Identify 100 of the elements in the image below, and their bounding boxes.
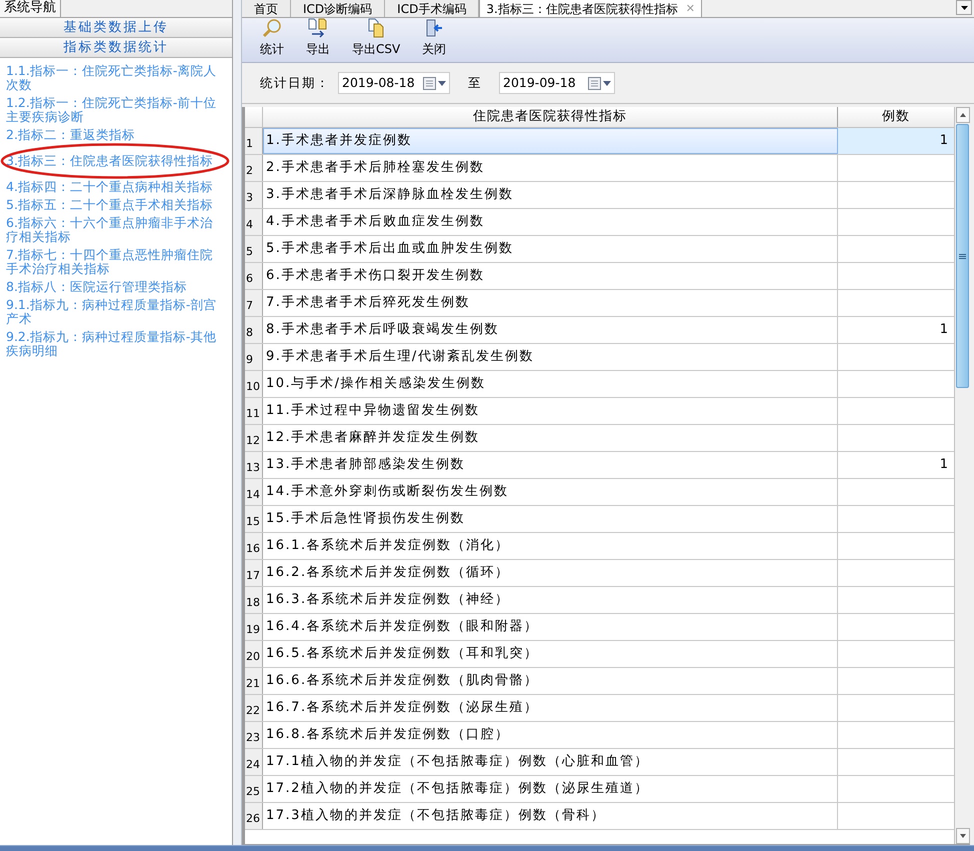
table-row[interactable]: 7 7.手术患者手术后猝死发生例数 (245, 290, 954, 317)
file-icon (366, 18, 386, 38)
table-cell: 3.手术患者手术后深静脉血栓发生例数 (263, 182, 838, 208)
caret-icon (960, 6, 968, 10)
table-row[interactable]: 9 9.手术患者手术后生理/代谢紊乱发生例数 (245, 344, 954, 371)
row-number: 1 (245, 128, 263, 154)
table-cell: 8.手术患者手术后呼吸衰竭发生例数 (263, 317, 838, 343)
table-row[interactable]: 18 16.3.各系统术后并发症例数（神经） (245, 587, 954, 614)
table-cell: 7.手术患者手术后猝死发生例数 (263, 290, 838, 316)
row-number: 20 (245, 641, 263, 667)
scroll-down-icon[interactable] (960, 834, 966, 838)
toolbar-button[interactable]: 统计 (256, 18, 288, 58)
table-cell: 16.6.各系统术后并发症例数（肌肉骨骼） (263, 668, 838, 694)
tab[interactable]: ICD诊断编码 (291, 0, 386, 17)
table-row[interactable]: 20 16.5.各系统术后并发症例数（耳和乳突） (245, 641, 954, 668)
table-row[interactable]: 6 6.手术患者手术伤口裂开发生例数 (245, 263, 954, 290)
row-number: 14 (245, 479, 263, 505)
column-header[interactable]: 例数 (838, 107, 954, 127)
row-number: 23 (245, 722, 263, 748)
table-cell: 17.2植入物的并发症（不包括脓毒症）例数（泌尿生殖道） (263, 776, 838, 802)
toolbar-button[interactable]: 关闭 (418, 18, 450, 58)
table-row[interactable]: 11 11.手术过程中异物遗留发生例数 (245, 398, 954, 425)
table-row[interactable]: 14 14.手术意外穿刺伤或断裂伤发生例数 (245, 479, 954, 506)
table-row[interactable]: 10 10.与手术/操作相关感染发生例数 (245, 371, 954, 398)
table-row[interactable]: 17 16.2.各系统术后并发症例数（循环） (245, 560, 954, 587)
calendar-icon[interactable] (423, 76, 436, 90)
table-cell-text: 1 (938, 132, 949, 150)
table-cell: 11.手术过程中异物遗留发生例数 (263, 398, 838, 424)
tab[interactable]: 首页 (242, 0, 291, 17)
table-row[interactable]: 3 3.手术患者手术后深静脉血栓发生例数 (245, 182, 954, 209)
table-cell: 5.手术患者手术后出血或血肿发生例数 (263, 236, 838, 262)
table-cell: 16.4.各系统术后并发症例数（眼和附器） (263, 614, 838, 640)
row-number: 6 (245, 263, 263, 289)
table-cell: 16.7.各系统术后并发症例数（泌尿生殖） (263, 695, 838, 721)
caret-icon[interactable] (438, 80, 446, 86)
scroll-up-icon[interactable] (960, 113, 966, 117)
row-number: 8 (245, 317, 263, 343)
range-separator: 至 (468, 74, 481, 92)
table-cell: 16.8.各系统术后并发症例数（口腔） (263, 722, 838, 748)
panel-tab[interactable]: 系统导航 (0, 0, 61, 17)
table-cell-text: 1 (938, 456, 949, 474)
toolbar-button[interactable]: 导出 (302, 18, 334, 58)
table-cell: 16.3.各系统术后并发症例数（神经） (263, 587, 838, 613)
row-number: 19 (245, 614, 263, 640)
table-cell: 6.手术患者手术伤口裂开发生例数 (263, 263, 838, 289)
row-number: 4 (245, 209, 263, 235)
row-number: 12 (245, 425, 263, 451)
table-row[interactable]: 21 16.6.各系统术后并发症例数（肌肉骨骼） (245, 668, 954, 695)
table-cell: 1.手术患者并发症例数 (263, 128, 838, 154)
row-number: 10 (245, 371, 263, 397)
table-row[interactable]: 25 17.2植入物的并发症（不包括脓毒症）例数（泌尿生殖道） (245, 776, 954, 803)
tab[interactable]: 3.指标三：住院患者医院获得性指标 ✕ (479, 0, 702, 17)
calendar-icon[interactable] (588, 76, 601, 90)
table-row[interactable]: 22 16.7.各系统术后并发症例数（泌尿生殖） (245, 695, 954, 722)
section-button[interactable]: 指标类数据统计 (0, 38, 232, 58)
table-row[interactable]: 1 1.手术患者并发症例数 1 (245, 128, 954, 155)
table-cell: 16.2.各系统术后并发症例数（循环） (263, 560, 838, 586)
table-row[interactable]: 16 16.1.各系统术后并发症例数（消化） (245, 533, 954, 560)
table-row[interactable]: 8 8.手术患者手术后呼吸衰竭发生例数 1 (245, 317, 954, 344)
table-row[interactable]: 15 15.手术后急性肾损伤发生例数 (245, 506, 954, 533)
row-number: 17 (245, 560, 263, 586)
table-cell: 14.手术意外穿刺伤或断裂伤发生例数 (263, 479, 838, 505)
table-cell: 10.与手术/操作相关感染发生例数 (263, 371, 838, 397)
toolbar-button[interactable]: 导出CSV (348, 18, 404, 58)
table-row[interactable]: 19 16.4.各系统术后并发症例数（眼和附器） (245, 614, 954, 641)
table-cell: 12.手术患者麻醉并发症发生例数 (263, 425, 838, 451)
end-date-field[interactable]: 2019-09-18 (499, 72, 615, 94)
export-icon (307, 18, 329, 38)
row-number: 2 (245, 155, 263, 181)
table-row[interactable]: 4 4.手术患者手术后败血症发生例数 (245, 209, 954, 236)
caret-icon[interactable] (603, 80, 611, 86)
row-number: 18 (245, 587, 263, 613)
tab[interactable]: ICD手术编码 (385, 0, 480, 17)
tab-list-dropdown[interactable] (956, 0, 972, 15)
start-date-field[interactable]: 2019-08-18 (338, 72, 450, 94)
table-cell: 17.3植入物的并发症（不包括脓毒症）例数（骨科） (263, 803, 838, 829)
row-number: 3 (245, 182, 263, 208)
table-row[interactable]: 24 17.1植入物的并发症（不包括脓毒症）例数（心脏和血管） (245, 749, 954, 776)
table-cell: 9.手术患者手术后生理/代谢紊乱发生例数 (263, 344, 838, 370)
row-number: 15 (245, 506, 263, 532)
row-number: 5 (245, 236, 263, 262)
table-row[interactable]: 2 2.手术患者手术后肺栓塞发生例数 (245, 155, 954, 182)
search-icon (262, 18, 282, 38)
table-row[interactable]: 23 16.8.各系统术后并发症例数（口腔） (245, 722, 954, 749)
exit-icon (424, 18, 444, 38)
row-number: 25 (245, 776, 263, 802)
table-row[interactable]: 12 12.手术患者麻醉并发症发生例数 (245, 425, 954, 452)
table-row[interactable]: 26 17.3植入物的并发症（不包括脓毒症）例数（骨科） (245, 803, 954, 830)
table-row[interactable]: 13 13.手术患者肺部感染发生例数 1 (245, 452, 954, 479)
section-button[interactable]: 基础类数据上传 (0, 18, 232, 38)
date-label: 统计日期： (260, 74, 330, 92)
row-number: 7 (245, 290, 263, 316)
column-header[interactable]: 住院患者医院获得性指标 (263, 107, 838, 127)
table-row[interactable]: 5 5.手术患者手术后出血或血肿发生例数 (245, 236, 954, 263)
table-cell: 16.1.各系统术后并发症例数（消化） (263, 533, 838, 559)
row-number: 26 (245, 803, 263, 829)
grip-icon (959, 254, 966, 258)
row-number: 16 (245, 533, 263, 559)
table-cell: 13.手术患者肺部感染发生例数 (263, 452, 838, 478)
scrollbar[interactable] (954, 107, 970, 844)
